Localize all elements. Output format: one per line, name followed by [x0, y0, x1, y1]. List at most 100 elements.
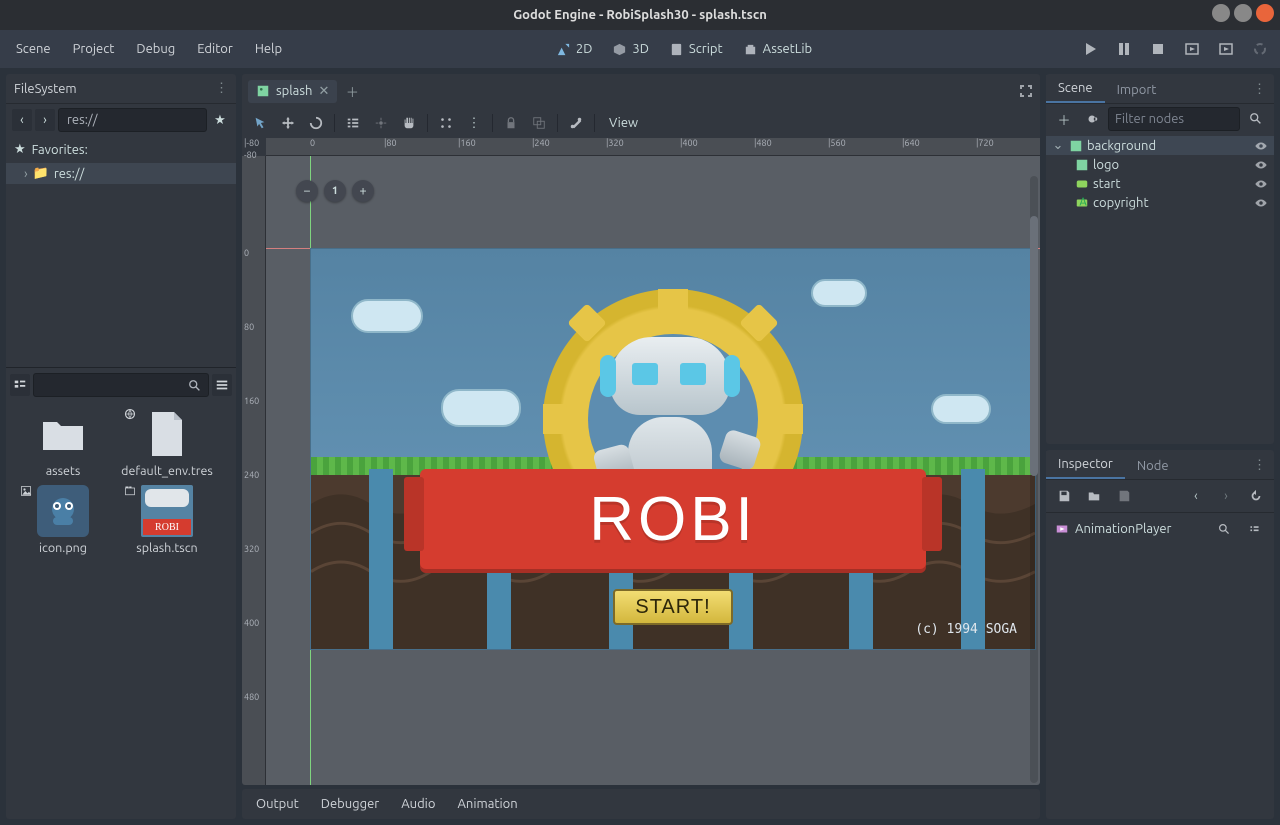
fs-list-mode-button[interactable] [212, 374, 232, 396]
play-scene-button[interactable] [1178, 37, 1206, 61]
fs-item-tres[interactable]: default_env.tres [118, 408, 216, 479]
instance-node-button[interactable] [1080, 107, 1104, 131]
panel-options-icon[interactable]: ⋮ [1253, 82, 1266, 97]
node-start[interactable]: start [1046, 174, 1274, 193]
viewport-toolbar: ⋮ View [242, 108, 1040, 138]
import-tab[interactable]: Import [1105, 77, 1169, 103]
window-title: Godot Engine - RobiSplash30 - splash.tsc… [513, 8, 767, 22]
menu-editor[interactable]: Editor [187, 38, 243, 60]
bone-button[interactable] [564, 111, 588, 135]
fs-item-folder[interactable]: assets [14, 408, 112, 479]
visibility-icon[interactable] [1254, 196, 1268, 210]
zoom-reset-button[interactable]: 1 [324, 180, 346, 202]
main-menubar: Scene Project Debug Editor Help 2D 3D Sc… [0, 30, 1280, 68]
fs-tree-root[interactable]: › 📁 res:// [6, 163, 236, 184]
inspector-object-row[interactable]: AnimationPlayer [1046, 512, 1274, 545]
texture-button-icon [1074, 176, 1089, 191]
visibility-icon[interactable] [1254, 139, 1268, 153]
fs-item-splash-tscn[interactable]: ROBI splash.tscn [118, 485, 216, 556]
start-button[interactable]: START! [613, 589, 733, 625]
game-preview[interactable]: ROBI START! (c) 1994 SOGA [310, 248, 1036, 650]
search-icon[interactable] [1212, 517, 1236, 541]
window-close-button[interactable] [1256, 4, 1274, 22]
snap-options-button[interactable]: ⋮ [462, 111, 486, 135]
ruler-horizontal: |-80 0 |80 |160 |240 |320 |400 |480 |560… [266, 138, 1040, 156]
add-node-button[interactable]: ＋ [1052, 107, 1076, 131]
group-button[interactable] [527, 111, 551, 135]
bottom-tab-animation[interactable]: Animation [447, 793, 527, 815]
bottom-tab-audio[interactable]: Audio [391, 793, 445, 815]
viewport[interactable]: |-80 0 |80 |160 |240 |320 |400 |480 |560… [242, 138, 1040, 785]
texture-rect-icon [1068, 138, 1083, 153]
history-button[interactable] [1244, 484, 1268, 508]
properties-options-icon[interactable] [1242, 517, 1266, 541]
zoom-out-button[interactable]: − [296, 180, 318, 202]
new-tab-button[interactable]: ＋ [341, 80, 363, 102]
node-tab[interactable]: Node [1125, 453, 1181, 479]
node-copyright[interactable]: A copyright [1046, 193, 1274, 212]
svg-text:A: A [1079, 196, 1087, 209]
window-maximize-button[interactable] [1234, 4, 1252, 22]
bottom-tab-debugger[interactable]: Debugger [311, 793, 389, 815]
fs-path-field[interactable]: res:// [58, 108, 207, 132]
panel-options-icon[interactable]: ⋮ [215, 81, 228, 96]
zoom-in-button[interactable]: + [352, 180, 374, 202]
play-button[interactable] [1076, 37, 1104, 61]
play-custom-scene-button[interactable] [1212, 37, 1240, 61]
workspace-3d-button[interactable]: 3D [604, 38, 657, 61]
viewport-scrollbar[interactable] [1030, 176, 1038, 783]
pan-tool-button[interactable] [397, 111, 421, 135]
inspector-load-button[interactable] [1082, 484, 1106, 508]
menu-help[interactable]: Help [245, 38, 292, 60]
fs-item-icon-png[interactable]: icon.png [14, 485, 112, 556]
inspector-tab[interactable]: Inspector [1046, 451, 1125, 479]
ruler-tool-button[interactable] [434, 111, 458, 135]
menu-project[interactable]: Project [63, 38, 125, 60]
filesystem-panel: FileSystem ⋮ ‹ › res:// ★ ★Favorites: › … [6, 74, 236, 819]
menu-debug[interactable]: Debug [126, 38, 185, 60]
fs-favorite-button[interactable]: ★ [210, 109, 230, 131]
workspace-2d-button[interactable]: 2D [548, 38, 601, 61]
cloud-icon [931, 394, 991, 424]
stop-button[interactable] [1144, 37, 1172, 61]
history-forward-button[interactable]: › [1214, 484, 1238, 508]
history-back-button[interactable]: ‹ [1184, 484, 1208, 508]
inspector-save-button[interactable] [1052, 484, 1076, 508]
close-tab-icon[interactable]: ✕ [318, 84, 329, 99]
scene-tab[interactable]: Scene [1046, 75, 1105, 103]
window-titlebar: Godot Engine - RobiSplash30 - splash.tsc… [0, 0, 1280, 30]
scene-filter-input[interactable]: Filter nodes [1108, 107, 1240, 131]
distraction-free-button[interactable] [1018, 83, 1034, 99]
select-tool-button[interactable] [248, 111, 272, 135]
inspector-copy-button[interactable] [1112, 484, 1136, 508]
bottom-tab-output[interactable]: Output [246, 793, 309, 815]
scene-tree: ⌄ background logo start A copy [1046, 134, 1274, 214]
node-logo[interactable]: logo [1046, 155, 1274, 174]
snap-pivot-button[interactable] [369, 111, 393, 135]
pause-button[interactable] [1110, 37, 1138, 61]
canvas-area[interactable]: − 1 + [266, 156, 1040, 785]
move-tool-button[interactable] [276, 111, 300, 135]
fs-back-button[interactable]: ‹ [12, 109, 32, 131]
texture-icon [256, 84, 270, 98]
visibility-icon[interactable] [1254, 158, 1268, 172]
rotate-tool-button[interactable] [304, 111, 328, 135]
fs-search-input[interactable] [33, 373, 209, 397]
fs-forward-button[interactable]: › [35, 109, 55, 131]
lock-button[interactable] [499, 111, 523, 135]
menu-scene[interactable]: Scene [6, 38, 61, 60]
search-icon[interactable] [1244, 107, 1268, 131]
node-background[interactable]: ⌄ background [1046, 136, 1274, 155]
scene-tab-splash[interactable]: splash ✕ [248, 80, 337, 103]
bottom-panel-tabs: Output Debugger Audio Animation [242, 789, 1040, 819]
visibility-icon[interactable] [1254, 177, 1268, 191]
cloud-icon [441, 389, 521, 427]
workspace-script-button[interactable]: Script [661, 38, 731, 61]
workspace-assetlib-button[interactable]: AssetLib [735, 38, 821, 61]
view-menu[interactable]: View [601, 116, 646, 130]
window-minimize-button[interactable] [1212, 4, 1230, 22]
panel-options-icon[interactable]: ⋮ [1253, 458, 1266, 473]
fs-tree-mode-button[interactable] [10, 374, 30, 396]
animation-player-icon [1054, 522, 1069, 537]
list-select-button[interactable] [341, 111, 365, 135]
